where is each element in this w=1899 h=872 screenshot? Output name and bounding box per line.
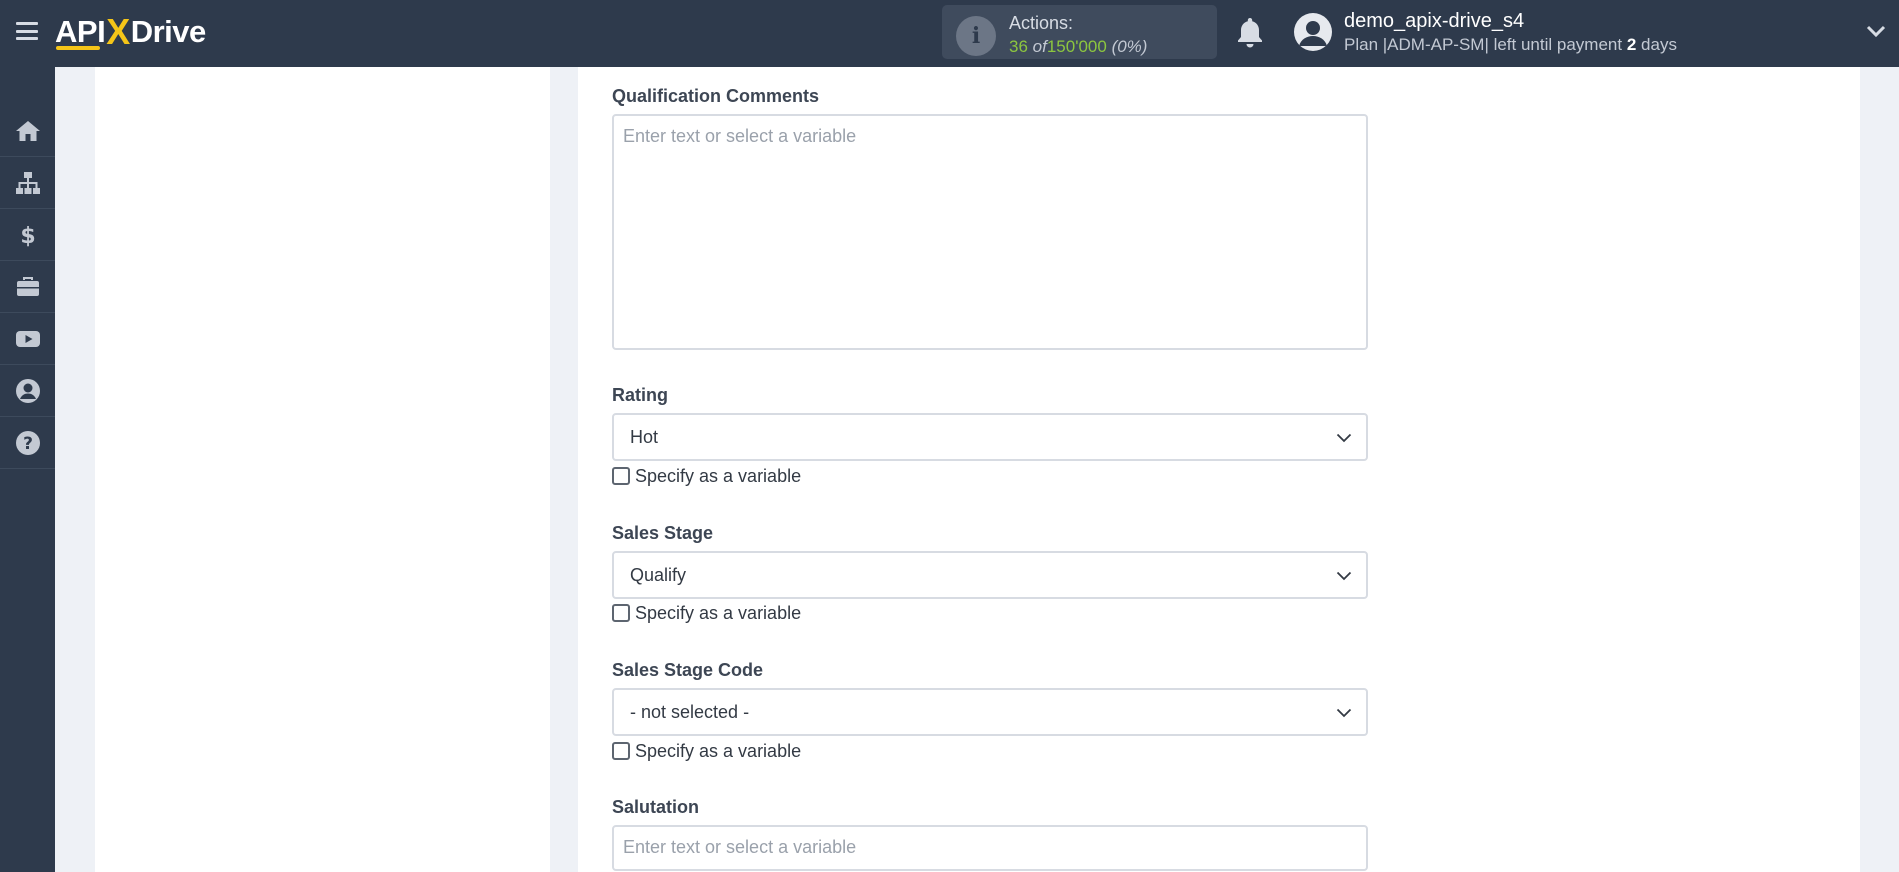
chevron-down-icon[interactable] <box>1866 24 1886 38</box>
bell-icon[interactable] <box>1236 16 1264 48</box>
sidebar-item-connections[interactable] <box>0 157 55 209</box>
sales-stage-code-variable-label[interactable]: Specify as a variable <box>635 741 801 762</box>
home-icon <box>15 120 40 141</box>
sales-stage-select[interactable]: Qualify <box>612 551 1368 599</box>
user-plan: Plan |ADM-AP-SM| left until payment 2 da… <box>1344 35 1677 55</box>
plan-days-number: 2 <box>1626 35 1637 54</box>
user-name[interactable]: demo_apix-drive_s4 <box>1344 10 1524 33</box>
sidebar-item-tools[interactable] <box>0 261 55 313</box>
sales-stage-code-variable-option[interactable]: Specify as a variable <box>612 740 801 762</box>
user-avatar-icon <box>1299 21 1327 46</box>
question-circle-icon: ? <box>15 430 40 455</box>
youtube-icon <box>15 330 40 347</box>
actions-counter[interactable]: i Actions: 36 of150'000 (0%) <box>942 5 1217 59</box>
qualification-comments-label: Qualification Comments <box>612 86 820 106</box>
svg-text:$: $ <box>20 224 35 248</box>
sitemap-icon <box>15 171 40 194</box>
hamburger-menu-icon[interactable] <box>16 22 38 40</box>
chevron-down-icon <box>1336 708 1352 718</box>
qualification-comments-textarea[interactable]: Enter text or select a variable <box>612 114 1368 350</box>
rating-label: Rating <box>612 385 668 405</box>
sidebar: $ ? <box>0 67 55 872</box>
actions-limit: 150'000 <box>1046 37 1107 56</box>
briefcase-icon <box>16 276 39 296</box>
dollar-icon: $ <box>20 224 35 248</box>
sales-stage-code-selected-value: - not selected - <box>630 702 750 722</box>
logo-text-drive: Drive <box>130 14 207 49</box>
logo-underline <box>56 46 100 50</box>
sales-stage-variable-option[interactable]: Specify as a variable <box>612 602 801 624</box>
sidebar-item-help[interactable]: ? <box>0 417 55 469</box>
sales-stage-code-select[interactable]: - not selected - <box>612 688 1368 736</box>
actions-value: 36 of150'000 (0%) <box>1009 37 1147 57</box>
salutation-input[interactable]: Enter text or select a variable <box>612 825 1368 871</box>
sales-stage-variable-checkbox[interactable] <box>612 604 630 622</box>
actions-of: of <box>1032 37 1047 56</box>
sales-stage-selected-value: Qualify <box>630 565 687 585</box>
actions-used: 36 <box>1009 37 1028 56</box>
rating-variable-label[interactable]: Specify as a variable <box>635 466 801 487</box>
sales-stage-variable-label[interactable]: Specify as a variable <box>635 603 801 624</box>
sales-stage-code-label: Sales Stage Code <box>612 660 764 680</box>
plan-days-word: days <box>1641 35 1677 54</box>
logo-text-x: X <box>106 11 130 52</box>
sidebar-item-video[interactable] <box>0 313 55 365</box>
sidebar-item-home[interactable] <box>0 105 55 157</box>
avatar[interactable] <box>1294 13 1332 51</box>
sales-stage-label: Sales Stage <box>612 523 714 543</box>
rating-select[interactable]: Hot <box>612 413 1368 461</box>
user-circle-icon <box>15 378 40 403</box>
actions-percent: (0%) <box>1111 37 1148 56</box>
sidebar-item-billing[interactable]: $ <box>0 209 55 261</box>
sidebar-item-account[interactable] <box>0 365 55 417</box>
left-panel <box>95 67 550 872</box>
svg-text:?: ? <box>23 434 33 454</box>
rating-variable-checkbox[interactable] <box>612 467 630 485</box>
chevron-down-icon <box>1336 433 1352 443</box>
salutation-label: Salutation <box>612 797 700 817</box>
qualification-comments-placeholder: Enter text or select a variable <box>623 126 857 146</box>
rating-selected-value: Hot <box>630 427 659 447</box>
rating-variable-option[interactable]: Specify as a variable <box>612 465 801 487</box>
info-icon: i <box>956 16 996 56</box>
chevron-down-icon <box>1336 571 1352 581</box>
actions-title: Actions: <box>1009 13 1074 33</box>
salutation-placeholder: Enter text or select a variable <box>623 837 857 857</box>
sales-stage-code-variable-checkbox[interactable] <box>612 742 630 760</box>
plan-text: Plan |ADM-AP-SM| left until payment <box>1344 35 1623 54</box>
top-bar: API X Drive i Actions: 36 of150'000 (0%)… <box>0 0 1899 67</box>
logo-text-api: API <box>55 14 106 49</box>
